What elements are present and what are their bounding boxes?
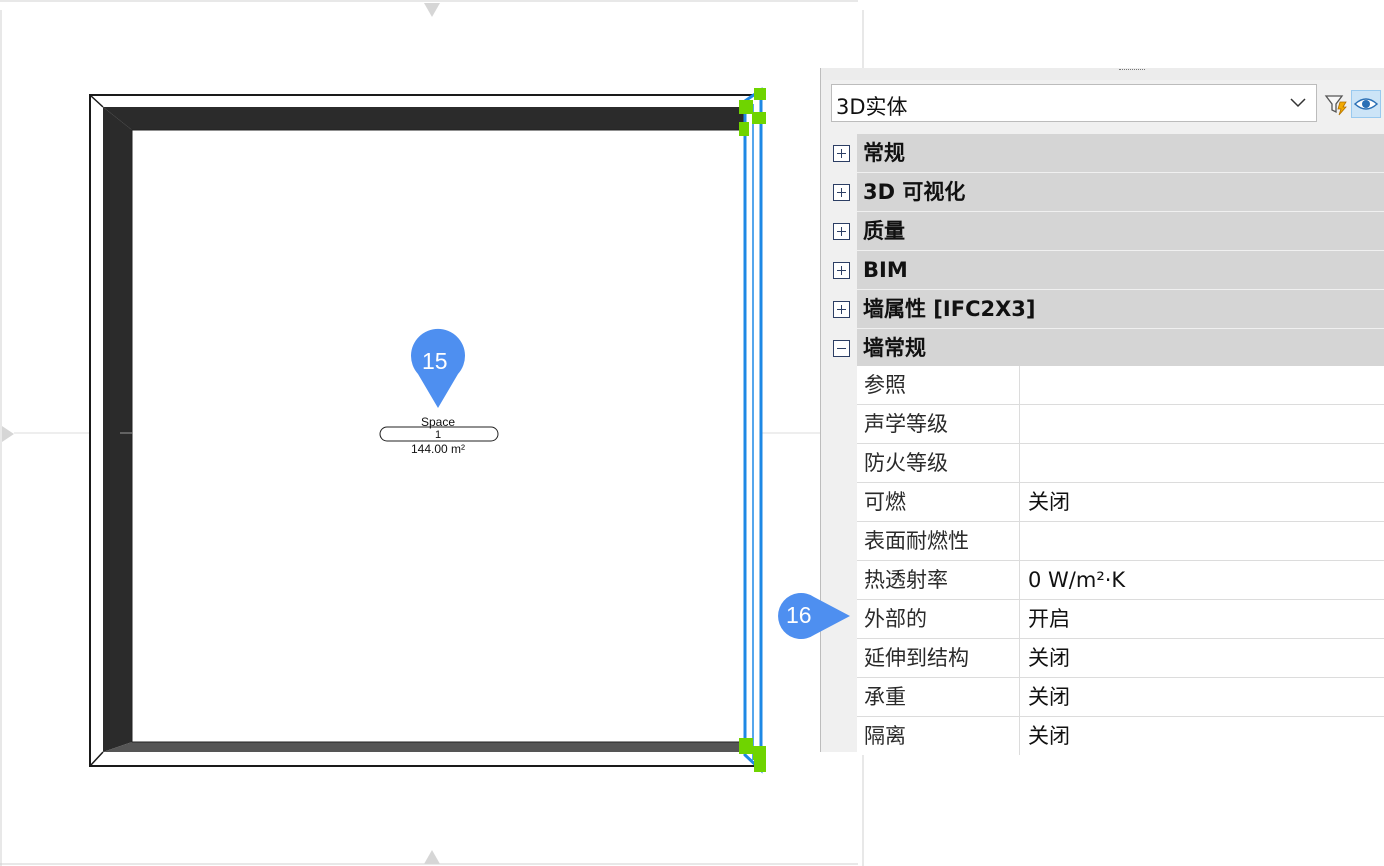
- grip-bottom-corner[interactable]: [739, 738, 753, 754]
- property-value[interactable]: 关闭: [1021, 678, 1384, 716]
- property-value[interactable]: 关闭: [1021, 717, 1384, 755]
- category-label: 质量: [857, 212, 1384, 250]
- callout-marker-15: 15: [410, 328, 466, 410]
- panel-drag-handle[interactable]: [821, 68, 1384, 80]
- property-value[interactable]: [1021, 444, 1384, 482]
- property-row-acoustic-rating[interactable]: 声学等级: [857, 405, 1384, 444]
- grip-bottom-side[interactable]: [753, 746, 766, 760]
- property-row-thermal-transmittance[interactable]: 热透射率 0 W/m²·K: [857, 561, 1384, 600]
- grip-top-inner[interactable]: [739, 122, 749, 136]
- top-arrow-icon[interactable]: [424, 3, 440, 17]
- property-name: 隔离: [857, 717, 1020, 755]
- property-name: 参照: [857, 366, 1020, 404]
- callout-number: 15: [422, 348, 448, 374]
- property-name: 外部的: [857, 600, 1020, 638]
- expand-icon[interactable]: [833, 223, 850, 240]
- left-arrow-icon[interactable]: [2, 426, 14, 442]
- property-value[interactable]: [1021, 366, 1384, 404]
- property-name: 可燃: [857, 483, 1020, 521]
- property-name: 热透射率: [857, 561, 1020, 599]
- quick-select-filter-button[interactable]: [1323, 90, 1349, 118]
- property-value[interactable]: 关闭: [1021, 639, 1384, 677]
- category-label: BIM: [857, 251, 1384, 289]
- property-name: 承重: [857, 678, 1020, 716]
- top-wall[interactable]: [103, 107, 752, 130]
- expand-icon[interactable]: [833, 184, 850, 201]
- property-row-load-bearing[interactable]: 承重 关闭: [857, 678, 1384, 717]
- property-value[interactable]: 关闭: [1021, 483, 1384, 521]
- callout-number: 16: [786, 602, 812, 628]
- quick-select-filter-icon: [1324, 95, 1347, 116]
- category-3d-visualization[interactable]: 3D 可视化: [829, 173, 1384, 212]
- space-number: 1: [435, 429, 441, 441]
- eye-icon: [1353, 98, 1379, 110]
- expand-icon[interactable]: [833, 301, 850, 318]
- space-area: 144.00 m²: [411, 442, 465, 456]
- property-name: 声学等级: [857, 405, 1020, 443]
- bottom-arrow-icon[interactable]: [424, 850, 440, 864]
- category-label: 墙属性 [IFC2X3]: [857, 290, 1384, 328]
- property-row-fire-rating[interactable]: 防火等级: [857, 444, 1384, 483]
- property-row-extend-to-structure[interactable]: 延伸到结构 关闭: [857, 639, 1384, 678]
- category-general[interactable]: 常规: [829, 134, 1384, 173]
- category-wall-general[interactable]: 墙常规: [829, 329, 1384, 368]
- expand-icon[interactable]: [833, 262, 850, 279]
- callout-marker-16: 16: [766, 593, 852, 639]
- property-value[interactable]: 开启: [1021, 600, 1384, 638]
- property-value[interactable]: 0 W/m²·K: [1021, 561, 1384, 599]
- property-row-is-external[interactable]: 外部的 开启: [857, 600, 1384, 639]
- property-value[interactable]: [1021, 522, 1384, 560]
- category-bim[interactable]: BIM: [829, 251, 1384, 290]
- property-row-combustible[interactable]: 可燃 关闭: [857, 483, 1384, 522]
- property-value[interactable]: [1021, 405, 1384, 443]
- grip-top-corner[interactable]: [739, 100, 753, 114]
- collapse-icon[interactable]: [833, 340, 850, 357]
- floor-plan[interactable]: Space 1 144.00 m²: [0, 0, 864, 866]
- left-wall[interactable]: [103, 107, 132, 752]
- property-row-surface-spread-of-flame[interactable]: 表面耐燃性: [857, 522, 1384, 561]
- property-name: 延伸到结构: [857, 639, 1020, 677]
- category-label: 3D 可视化: [857, 173, 1384, 211]
- expand-icon[interactable]: [833, 145, 850, 162]
- drawing-canvas[interactable]: Space 1 144.00 m²: [0, 0, 864, 866]
- toggle-visibility-button[interactable]: [1351, 90, 1381, 118]
- space-name: Space: [421, 415, 455, 429]
- bottom-wall[interactable]: [103, 742, 752, 752]
- category-wall-properties-ifc[interactable]: 墙属性 [IFC2X3]: [829, 290, 1384, 329]
- category-mass[interactable]: 质量: [829, 212, 1384, 251]
- category-label: 墙常规: [857, 329, 1384, 367]
- entity-type-select[interactable]: 3D实体: [831, 84, 1317, 122]
- property-name: 表面耐燃性: [857, 522, 1020, 560]
- property-name: 防火等级: [857, 444, 1020, 482]
- category-label: 常规: [857, 134, 1384, 172]
- properties-panel: 3D实体 常规 3D 可视化 质量 BIM 墙属性 [IFC2X3] 墙常规 参…: [820, 68, 1384, 755]
- chevron-down-icon[interactable]: [1288, 92, 1308, 112]
- grip-top-side[interactable]: [752, 112, 766, 124]
- entity-type-value: 3D实体: [836, 95, 908, 119]
- grip-top-end[interactable]: [754, 88, 766, 100]
- property-row-reference[interactable]: 参照: [857, 366, 1384, 405]
- property-row-compartmentation[interactable]: 隔离 关闭: [857, 717, 1384, 755]
- property-grid: 参照 声学等级 防火等级 可燃 关闭 表面耐燃性 热透射率 0 W/m²·K 外…: [857, 366, 1384, 755]
- grip-bottom-end[interactable]: [754, 760, 766, 772]
